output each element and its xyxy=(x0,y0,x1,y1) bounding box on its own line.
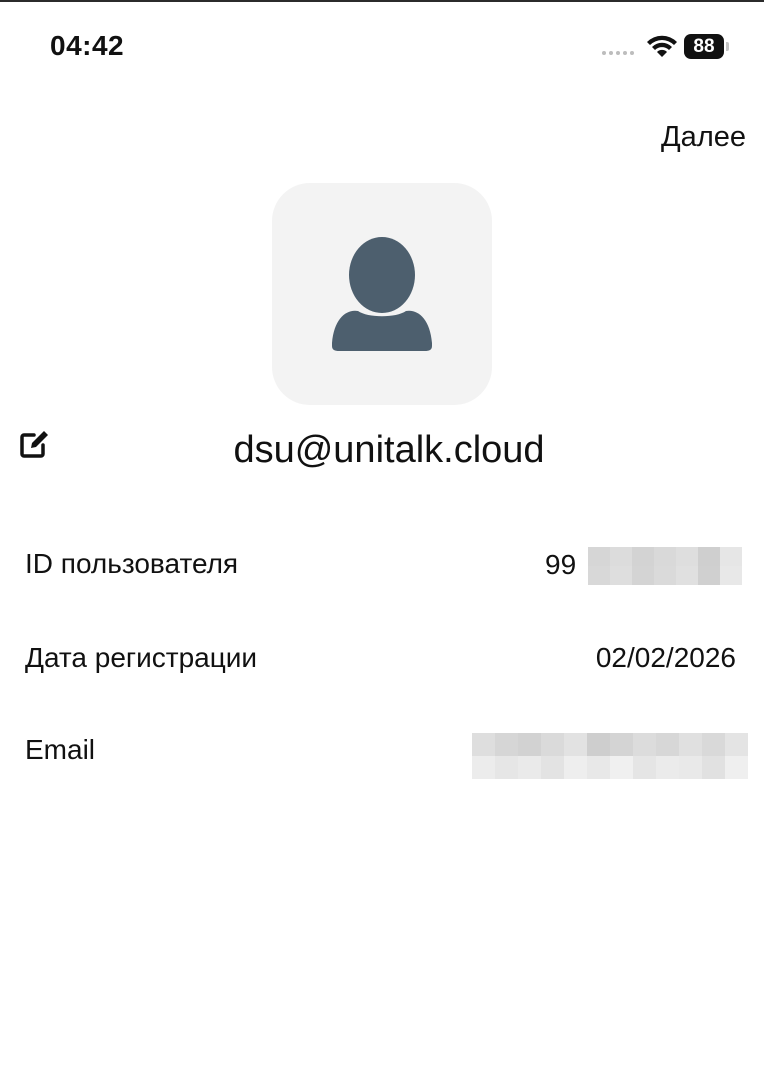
user-id-label: ID пользователя xyxy=(25,548,239,579)
email-value-redacted xyxy=(472,733,752,779)
status-time: 04:42 xyxy=(50,30,125,61)
avatar[interactable] xyxy=(272,183,492,405)
user-id-redacted xyxy=(588,547,746,585)
user-id-visible-prefix: 99 xyxy=(545,549,577,580)
signal-dots-icon xyxy=(602,51,634,55)
next-button[interactable]: Далее xyxy=(661,121,746,154)
registration-date-value: 02/02/2026 xyxy=(595,642,736,673)
registration-date-row: Дата регистрации 02/02/2026 xyxy=(0,634,764,684)
registration-date-label: Дата регистрации xyxy=(25,642,258,673)
profile-email: dsu@unitalk.cloud xyxy=(233,429,545,471)
status-bar: 04:42 88 xyxy=(0,0,764,90)
battery-icon: 88 xyxy=(684,34,724,59)
battery-tip xyxy=(726,42,729,51)
user-id-value: 99 xyxy=(545,546,576,584)
person-icon xyxy=(332,237,432,351)
email-label: Email xyxy=(25,734,96,765)
wifi-icon xyxy=(647,35,677,57)
